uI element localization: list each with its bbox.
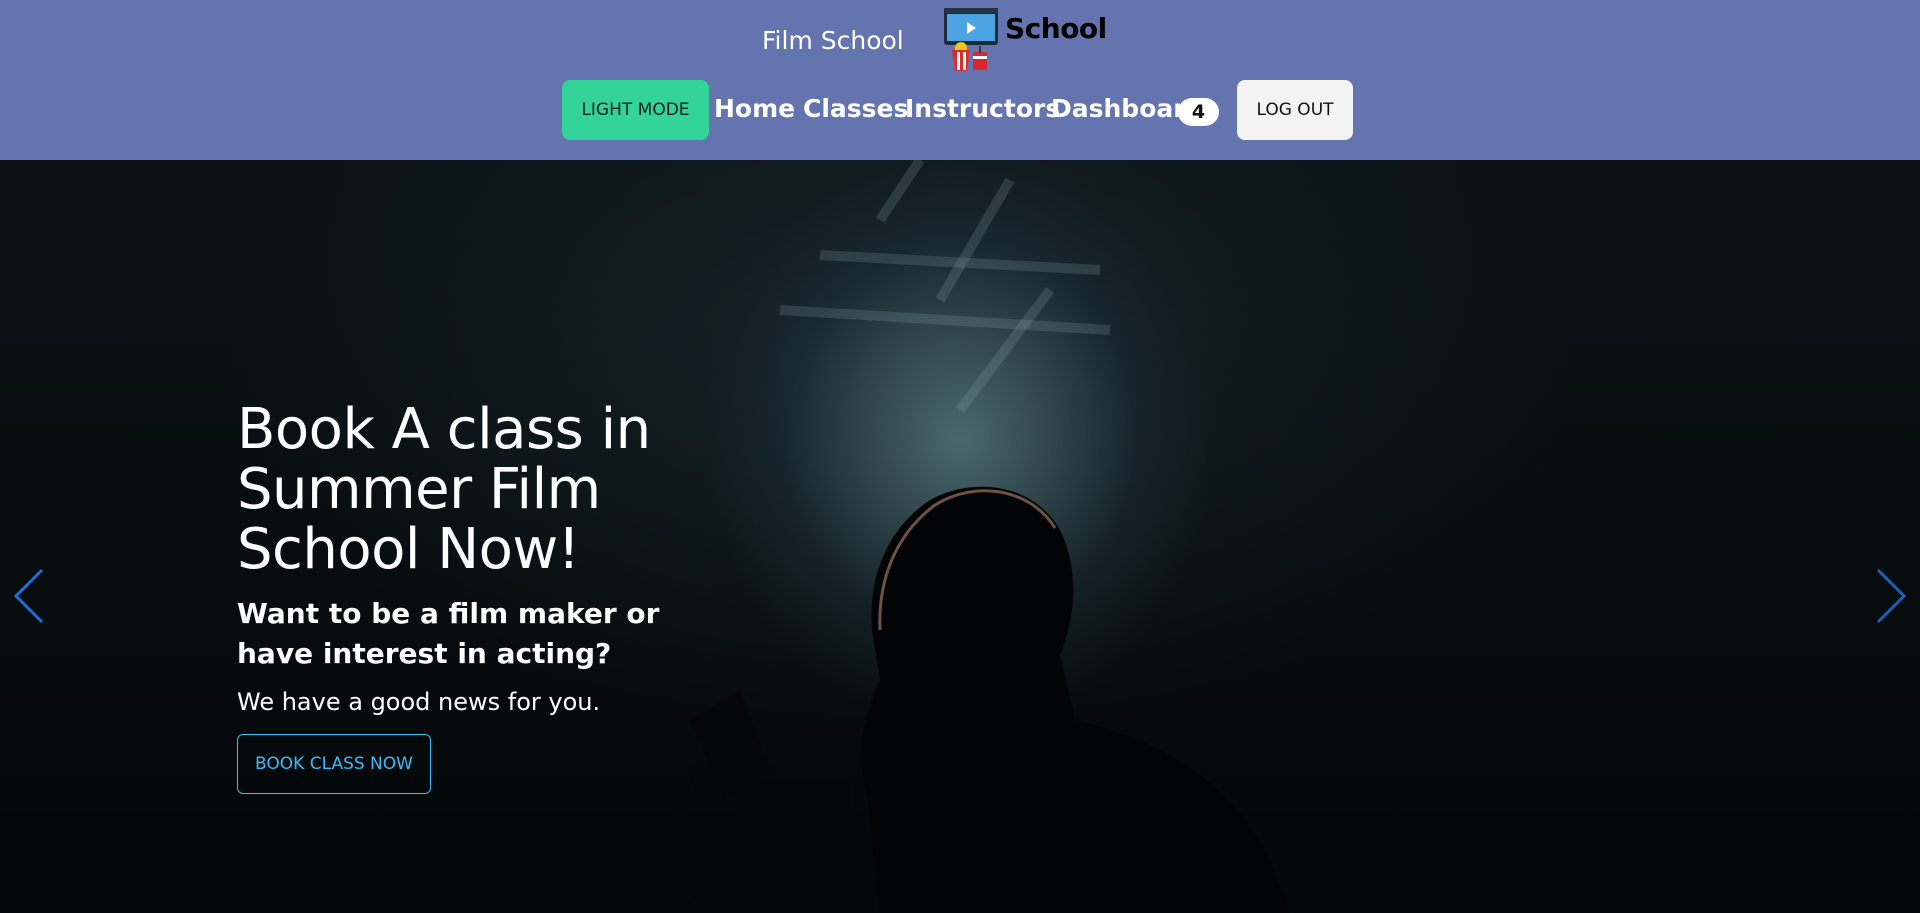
- dashboard-count-badge: 4: [1178, 98, 1219, 126]
- site-header: Film School School LIGHT MODE Home Class…: [0, 0, 1920, 160]
- hero-caption: Book A class in Summer Film School Now! …: [237, 400, 757, 794]
- logo-text: School: [1005, 12, 1107, 45]
- nav-home[interactable]: Home: [714, 94, 795, 123]
- chevron-left-icon: [13, 568, 44, 624]
- nav-instructors[interactable]: Instructors: [905, 94, 1060, 123]
- hero-title: Book A class in Summer Film School Now!: [237, 397, 651, 582]
- main-nav: LIGHT MODE Home Classes Instructors Dash…: [0, 80, 1920, 140]
- tv-popcorn-logo-icon: [944, 8, 998, 71]
- hero-subtitle: Want to be a film maker or have interest…: [237, 597, 660, 670]
- hero-note: We have a good news for you.: [237, 688, 601, 716]
- light-mode-button[interactable]: LIGHT MODE: [562, 80, 709, 140]
- book-class-button[interactable]: BOOK CLASS NOW: [237, 734, 431, 794]
- site-logo[interactable]: School: [943, 8, 1107, 72]
- site-title[interactable]: Film School: [762, 26, 904, 55]
- nav-classes[interactable]: Classes: [803, 94, 908, 123]
- logout-button[interactable]: LOG OUT: [1237, 80, 1353, 140]
- chevron-right-icon: [1876, 568, 1907, 624]
- hero-carousel: Book A class in Summer Film School Now! …: [0, 160, 1920, 913]
- carousel-prev-button[interactable]: [10, 566, 50, 626]
- carousel-next-button[interactable]: [1870, 566, 1910, 626]
